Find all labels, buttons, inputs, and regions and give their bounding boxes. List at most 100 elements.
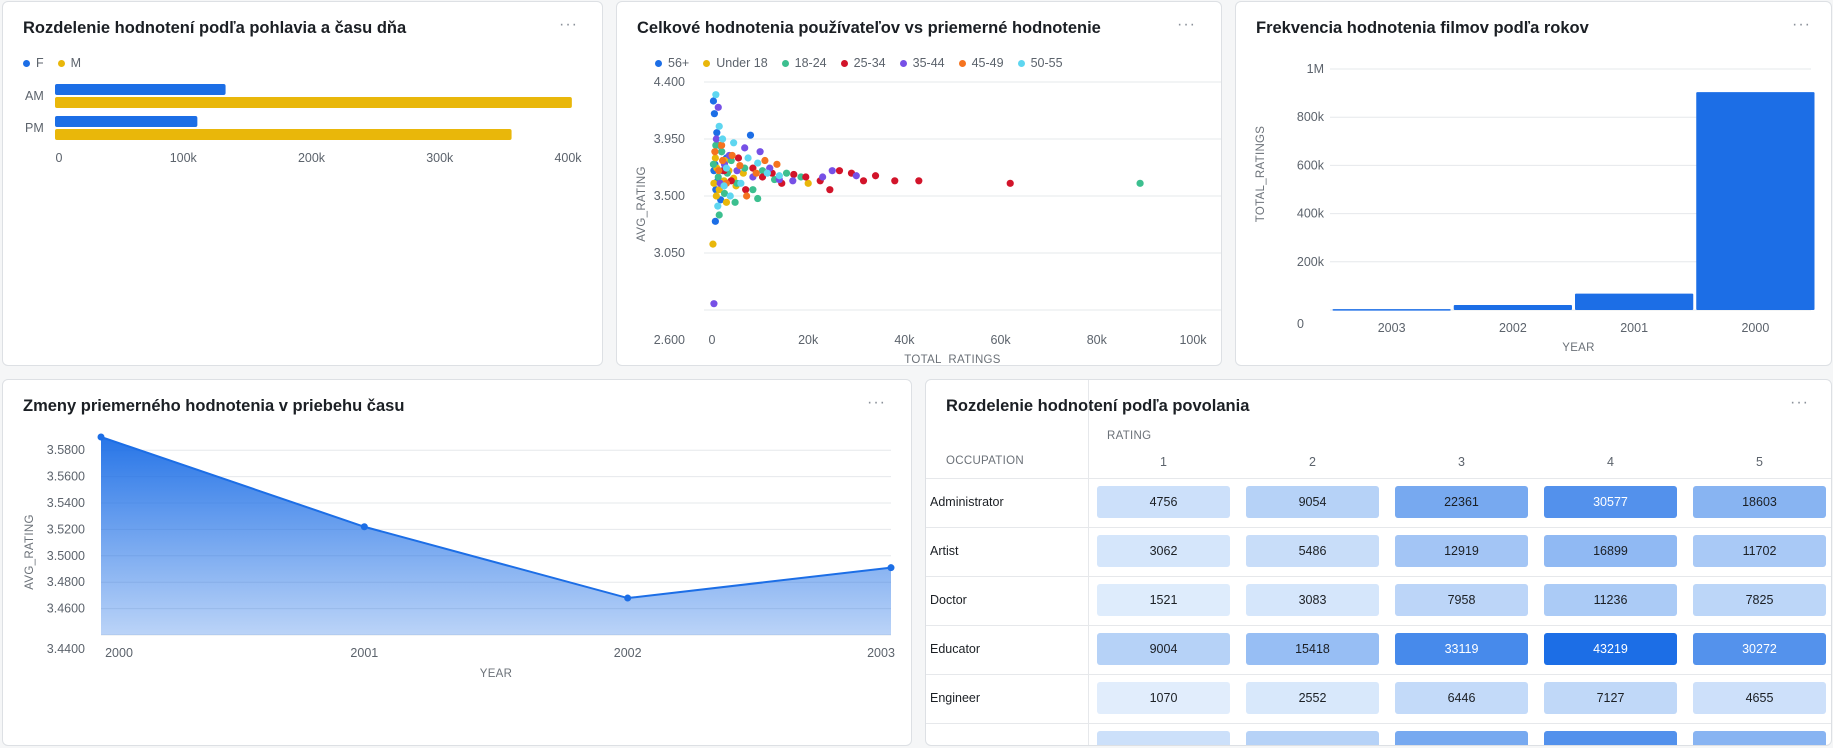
- heat-cell[interactable]: 11702: [1693, 535, 1826, 567]
- heat-cell[interactable]: 43219: [1544, 633, 1677, 665]
- x-tick-label: 60k: [991, 333, 1012, 347]
- x-tick-label: 2002: [1499, 321, 1527, 335]
- scatter-point: [782, 169, 791, 177]
- bar-m-am: [55, 97, 572, 108]
- legend-item-f[interactable]: F: [23, 56, 44, 70]
- heat-cell[interactable]: 5486: [1246, 535, 1379, 567]
- heat-cell-partial: [1246, 731, 1379, 745]
- legend-item-m[interactable]: M: [57, 56, 81, 70]
- legend-item[interactable]: Under 18: [703, 56, 768, 70]
- x-axis-title: YEAR: [1562, 342, 1595, 354]
- row-divider: [926, 576, 1831, 577]
- x-tick-label: 80k: [1087, 333, 1108, 347]
- data-point-2002: [624, 594, 632, 602]
- scatter-point: [710, 300, 718, 308]
- scatter-point: [718, 135, 727, 143]
- x-tick-label: 2003: [1378, 321, 1406, 335]
- more-options-icon[interactable]: ···: [1177, 16, 1196, 34]
- column-header: 3: [1458, 455, 1465, 469]
- scatter-point: [859, 177, 868, 185]
- legend-dot: [655, 59, 662, 67]
- y-tick-label: 4.400: [654, 75, 685, 89]
- x-tick-label: 2003: [867, 646, 895, 660]
- y-tick-label: 0: [1297, 317, 1304, 331]
- heat-cell[interactable]: 1070: [1097, 682, 1230, 714]
- header-divider: [926, 478, 1831, 479]
- heat-cell[interactable]: 30577: [1544, 486, 1677, 518]
- heat-cell[interactable]: 4655: [1693, 682, 1826, 714]
- legend-item[interactable]: 35-44: [899, 56, 945, 70]
- x-tick-label: 100k: [170, 151, 198, 165]
- y-axis-title: AVG_RATING: [24, 514, 36, 589]
- card-title: Rozdelenie hodnotení podľa pohlavia a ča…: [23, 19, 407, 37]
- x-tick-label: 2000: [1741, 321, 1769, 335]
- heat-cell[interactable]: 15418: [1246, 633, 1379, 665]
- heat-cell[interactable]: 9004: [1097, 633, 1230, 665]
- scatter-point: [714, 103, 722, 111]
- rating-header: RATING: [1107, 430, 1152, 442]
- heat-cell[interactable]: 11236: [1544, 584, 1677, 616]
- bar-f-pm: [55, 116, 198, 127]
- heat-cell[interactable]: 7127: [1544, 682, 1677, 714]
- heat-cell[interactable]: 4756: [1097, 486, 1230, 518]
- scatter-point: [730, 139, 738, 147]
- scatter-point: [709, 240, 717, 248]
- x-tick-label: 0: [56, 151, 63, 165]
- legend-item[interactable]: 56+: [655, 56, 689, 70]
- data-point-2000: [97, 433, 105, 441]
- heat-cell[interactable]: 7958: [1395, 584, 1528, 616]
- legend-item[interactable]: 25-34: [840, 56, 886, 70]
- more-options-icon[interactable]: ···: [1792, 16, 1811, 34]
- heat-cell[interactable]: 9054: [1246, 486, 1379, 518]
- legend-item[interactable]: 18-24: [781, 56, 827, 70]
- x-tick-label: 40k: [894, 333, 915, 347]
- x-tick-label: 20k: [798, 333, 819, 347]
- heat-cell[interactable]: 2552: [1246, 682, 1379, 714]
- heat-cell[interactable]: 22361: [1395, 486, 1528, 518]
- y-axis-title: TOTAL_RATINGS: [1255, 126, 1267, 223]
- y-tick-label: 3.050: [654, 246, 685, 260]
- scatter-point: [741, 144, 749, 152]
- x-tick-label: 300k: [426, 151, 454, 165]
- heat-cell[interactable]: 30272: [1693, 633, 1826, 665]
- heat-cell[interactable]: 3062: [1097, 535, 1230, 567]
- heat-cell[interactable]: 1521: [1097, 584, 1230, 616]
- legend-dot-m: [57, 59, 65, 67]
- scatter-point: [710, 179, 718, 187]
- legend-dot: [703, 59, 711, 67]
- more-options-icon[interactable]: ···: [559, 16, 578, 34]
- data-point-2001: [360, 523, 368, 531]
- legend-item[interactable]: 50-55: [1017, 56, 1063, 70]
- scatter-point: [773, 160, 781, 168]
- scatter-point: [709, 97, 718, 105]
- scatter-point: [743, 192, 751, 200]
- legend-label: 45-49: [971, 56, 1004, 70]
- average-trend-chart: 3.4400 3.4600 3.4800 3.5000 3.5200 3.5400 3.56…: [24, 433, 895, 680]
- heat-cell[interactable]: 33119: [1395, 633, 1528, 665]
- scatter-point: [718, 141, 726, 149]
- occupation-heatmap-table: RATING OCCUPATION 1 2 3 4 5 Administrator 4756 90…: [926, 380, 1831, 745]
- heat-cell[interactable]: 7825: [1693, 584, 1826, 616]
- heat-cell[interactable]: 12919: [1395, 535, 1528, 567]
- scatter-point: [711, 148, 719, 156]
- scatter-point: [744, 154, 752, 162]
- legend-dot: [958, 59, 966, 67]
- heat-cell-partial: [1544, 731, 1677, 745]
- heat-cell[interactable]: 18603: [1693, 486, 1826, 518]
- x-tick-label: 2001: [350, 646, 378, 660]
- heat-cell[interactable]: 6446: [1395, 682, 1528, 714]
- y-tick-label: 800k: [1297, 110, 1325, 124]
- y-tick-label: 3.5800: [47, 443, 85, 457]
- scatter-point: [749, 186, 757, 194]
- heat-cell[interactable]: 3083: [1246, 584, 1379, 616]
- row-label: Artist: [930, 544, 959, 558]
- scatter-point: [1006, 179, 1014, 187]
- scatter-point: [756, 148, 764, 156]
- bar-2001: [1575, 293, 1694, 310]
- legend-item[interactable]: 45-49: [958, 56, 1004, 70]
- heat-cell[interactable]: 16899: [1544, 535, 1677, 567]
- scatter-point: [715, 167, 723, 175]
- more-options-icon[interactable]: ···: [867, 394, 886, 412]
- y-category-label: PM: [25, 121, 44, 135]
- scatter-point: [715, 211, 723, 219]
